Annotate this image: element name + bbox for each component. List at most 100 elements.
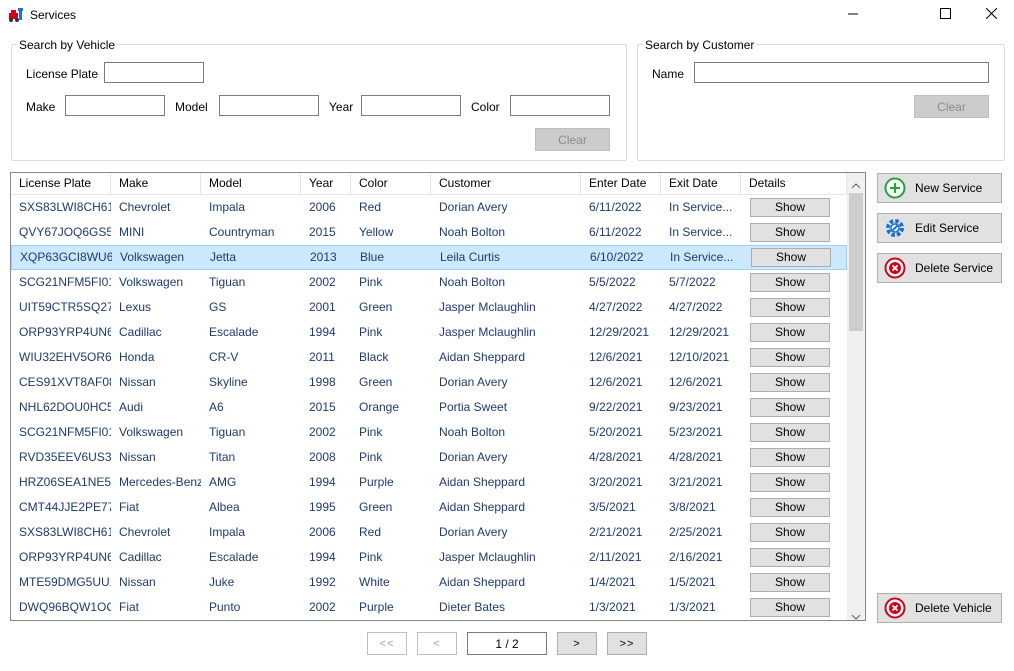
cell-customer: Dorian Avery [439, 525, 508, 539]
show-details-button[interactable]: Show [750, 348, 830, 367]
show-details-button[interactable]: Show [750, 548, 830, 567]
cell-exit: 3/8/2021 [669, 500, 716, 514]
edit-service-button[interactable]: Edit Service [877, 213, 1002, 243]
search-vehicle-legend: Search by Vehicle [17, 38, 118, 52]
cell-model: CR-V [209, 350, 239, 364]
customer-name-input[interactable] [694, 62, 989, 83]
scroll-down-icon[interactable] [851, 609, 861, 620]
close-icon [985, 7, 997, 22]
cell-plate: SCG21NFM5FI01 [19, 275, 111, 289]
column-header[interactable]: License Plate [11, 173, 111, 194]
cell-customer: Jasper Mclaughlin [439, 325, 536, 339]
cell-color: Orange [359, 400, 400, 414]
cell-enter: 1/3/2021 [589, 600, 636, 614]
column-header[interactable]: Make [111, 173, 201, 194]
maximize-button[interactable] [922, 0, 968, 30]
minimize-icon [848, 8, 858, 22]
cell-customer: Dorian Avery [439, 450, 508, 464]
color-label: Color [471, 100, 500, 114]
table-row[interactable]: ORP93YRP4UN60 Cadillac Escalade 1994 Pink Jas… [11, 320, 847, 345]
table-row[interactable]: CES91XVT8AF08 Nissan Skyline 1998 Green Doria… [11, 370, 847, 395]
column-header[interactable]: Details [741, 173, 847, 194]
table-row[interactable]: NHL62DOU0HC5 Audi A6 2015 Orange Portia Sweet… [11, 395, 847, 420]
cell-color: Purple [359, 600, 394, 614]
table-row[interactable]: CMT44JJE2PE77C Fiat Albea 1995 Green Aidan Sh… [11, 495, 847, 520]
cell-plate: SXS83LWI8CH61 [19, 200, 111, 214]
cell-exit: 5/7/2022 [669, 275, 716, 289]
table-row[interactable]: HRZ06SEA1NE56 Mercedes-Benz AMG 1994 Purple A… [11, 470, 847, 495]
column-header[interactable]: Exit Date [661, 173, 741, 194]
cell-color: Yellow [359, 225, 394, 239]
show-details-button[interactable]: Show [750, 498, 830, 517]
column-header[interactable]: Color [351, 173, 431, 194]
cell-color: White [359, 575, 390, 589]
vehicle-clear-button[interactable]: Clear [535, 128, 610, 151]
make-label: Make [26, 100, 56, 114]
minimize-button[interactable] [830, 0, 876, 30]
year-input[interactable] [361, 95, 461, 116]
scroll-up-icon[interactable] [851, 178, 861, 192]
table-row[interactable]: SCG21NFM5FI01 Volkswagen Tiguan 2002 Pink Noa… [11, 270, 847, 295]
table-row[interactable]: MTE59DMG5UU1 Nissan Juke 1992 White Aidan She… [11, 570, 847, 595]
model-input[interactable] [219, 95, 319, 116]
show-details-button[interactable]: Show [750, 273, 830, 292]
cell-enter: 1/4/2021 [589, 575, 636, 589]
cell-year: 2002 [309, 600, 336, 614]
customer-clear-button[interactable]: Clear [914, 95, 989, 118]
table-row[interactable]: ORP93YRP4UN60 Cadillac Escalade 1994 Pink Jas… [11, 545, 847, 570]
cell-color: Green [359, 500, 393, 514]
license-plate-input[interactable] [104, 62, 204, 83]
cell-year: 2011 [309, 350, 335, 364]
show-details-button[interactable]: Show [750, 573, 830, 592]
scrollbar-thumb[interactable] [849, 193, 863, 331]
column-header[interactable]: Customer [431, 173, 581, 194]
show-details-button[interactable]: Show [750, 523, 830, 542]
show-details-button[interactable]: Show [750, 448, 830, 467]
table-row[interactable]: SXS83LWI8CH61 Chevrolet Impala 2006 Red Doria… [11, 520, 847, 545]
table-row[interactable]: DWQ96BQW1OC Fiat Punto 2002 Purple Dieter Bat… [11, 595, 847, 620]
show-details-button[interactable]: Show [750, 473, 830, 492]
cell-make: Nissan [119, 575, 156, 589]
show-details-button[interactable]: Show [751, 248, 831, 267]
last-page-button[interactable]: >> [607, 632, 647, 655]
table-row[interactable]: XQP63GCI8WU64 Volkswagen Jetta 2013 Blue Leil… [11, 245, 847, 270]
show-details-button[interactable]: Show [750, 198, 830, 217]
show-details-button[interactable]: Show [750, 223, 830, 242]
table-row[interactable]: UIT59CTR5SQ27I Lexus GS 2001 Green Jasper Mcl… [11, 295, 847, 320]
make-input[interactable] [65, 95, 165, 116]
table-row[interactable]: SXS83LWI8CH61 Chevrolet Impala 2006 Red Doria… [11, 195, 847, 220]
show-details-button[interactable]: Show [750, 398, 830, 417]
new-service-button[interactable]: New Service [877, 173, 1002, 203]
color-input[interactable] [510, 95, 610, 116]
next-page-button[interactable]: > [557, 632, 597, 655]
gear-wrench-icon [884, 217, 906, 239]
cell-color: Pink [359, 325, 383, 339]
first-page-button[interactable]: << [367, 632, 407, 655]
table-row[interactable]: WIU32EHV5OR66 Honda CR-V 2011 Black Aidan She… [11, 345, 847, 370]
column-header[interactable]: Model [201, 173, 301, 194]
cell-enter: 3/20/2021 [589, 475, 643, 489]
delete-vehicle-label: Delete Vehicle [915, 601, 992, 615]
cell-exit: 12/10/2021 [669, 350, 730, 364]
show-details-button[interactable]: Show [750, 373, 830, 392]
show-details-button[interactable]: Show [750, 423, 830, 442]
delete-vehicle-button[interactable]: Delete Vehicle [877, 593, 1002, 623]
cell-model: Escalade [209, 325, 259, 339]
cell-plate: CMT44JJE2PE77C [19, 500, 111, 514]
close-button[interactable] [968, 0, 1014, 30]
cell-year: 2006 [309, 525, 336, 539]
table-row[interactable]: RVD35EEV6US34 Nissan Titan 2008 Pink Dorian A… [11, 445, 847, 470]
services-grid[interactable]: License Plate Make Model Year Color Customer E… [10, 172, 866, 621]
show-details-button[interactable]: Show [750, 598, 830, 617]
show-details-button[interactable]: Show [750, 298, 830, 317]
cell-plate: SXS83LWI8CH61 [19, 525, 111, 539]
column-header[interactable]: Enter Date [581, 173, 661, 194]
cell-make: Fiat [119, 600, 140, 614]
table-row[interactable]: QVY67JOQ6GS55 MINI Countryman 2015 Yellow Noa… [11, 220, 847, 245]
show-details-button[interactable]: Show [750, 323, 830, 342]
delete-service-button[interactable]: Delete Service [877, 253, 1002, 283]
table-row[interactable]: SCG21NFM5FI01 Volkswagen Tiguan 2002 Pink Noa… [11, 420, 847, 445]
prev-page-button[interactable]: < [417, 632, 457, 655]
cell-model: Tiguan [209, 425, 246, 439]
column-header[interactable]: Year [301, 173, 351, 194]
